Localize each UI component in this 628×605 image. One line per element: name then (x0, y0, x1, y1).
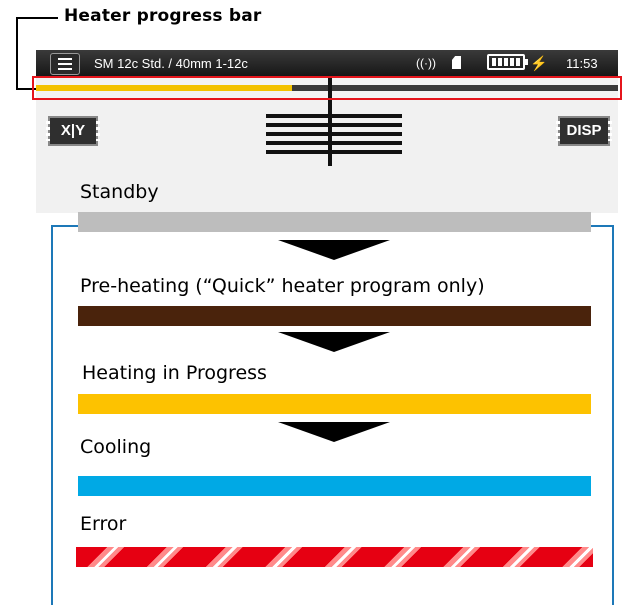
status-bar: SM 12c Std. / 40mm 1-12c ((·)) ⚡ 11:53 (36, 50, 618, 78)
state-bar-error (76, 547, 593, 567)
charging-icon: ⚡ (530, 55, 548, 71)
state-bar-heating (78, 394, 591, 414)
state-label-standby: Standby (80, 181, 159, 203)
state-label-cooling: Cooling (80, 436, 152, 458)
state-bar-cooling (78, 476, 591, 496)
sd-card-icon (452, 56, 461, 69)
battery-icon (487, 54, 528, 70)
state-bar-standby (78, 212, 591, 232)
program-title: SM 12c Std. / 40mm 1-12c (94, 56, 248, 71)
fiber-line (266, 114, 402, 118)
progress-bar-highlight (32, 76, 622, 100)
arrow-down-icon (278, 240, 390, 260)
state-label-error: Error (80, 513, 127, 535)
display-button[interactable]: DISP (556, 116, 612, 146)
fiber-line (266, 150, 402, 154)
state-bar-preheating (78, 306, 591, 326)
fiber-line (266, 132, 402, 136)
callout-leader-top (16, 17, 58, 19)
callout-title: Heater progress bar (64, 6, 262, 26)
arrow-down-icon (278, 332, 390, 352)
state-label-preheating: Pre-heating (“Quick” heater program only… (80, 275, 485, 297)
callout-leader-vertical (16, 17, 18, 89)
hamburger-menu-icon[interactable] (50, 53, 80, 75)
arrow-down-icon (278, 422, 390, 442)
fiber-line (266, 141, 402, 145)
xy-view-button[interactable]: X|Y (46, 116, 100, 146)
fiber-line (266, 123, 402, 127)
state-label-heating: Heating in Progress (82, 362, 267, 384)
clock: 11:53 (566, 56, 598, 71)
wireless-icon: ((·)) (416, 56, 436, 70)
